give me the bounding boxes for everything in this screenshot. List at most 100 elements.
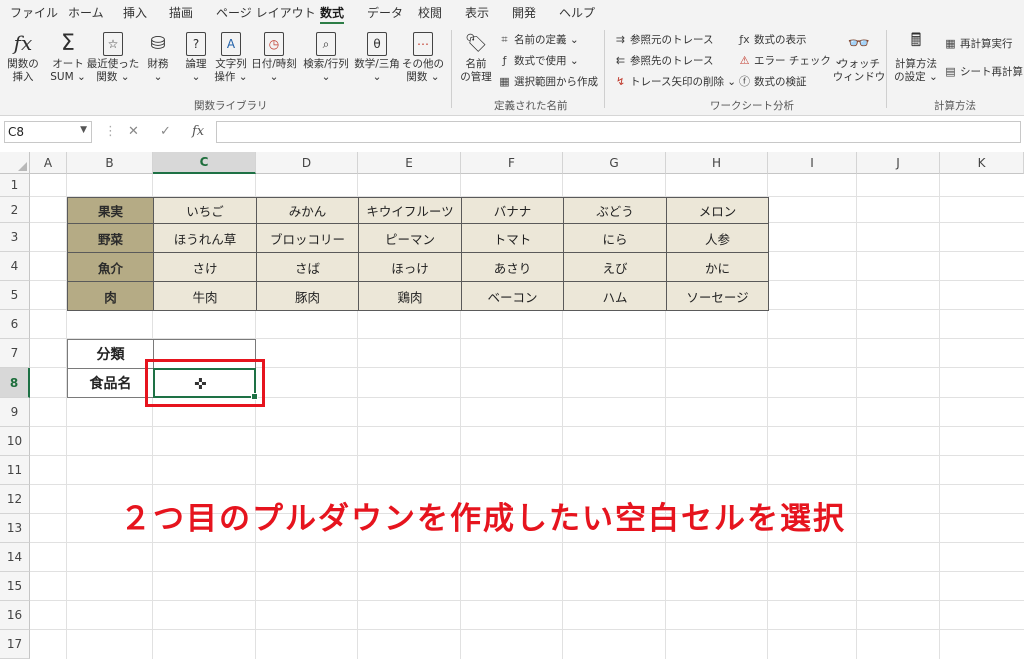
column-header-f[interactable]: F — [461, 152, 563, 174]
tab-data[interactable]: データ — [367, 4, 403, 21]
tab-page-layout[interactable]: ページ レイアウト — [216, 4, 316, 21]
row-header-10[interactable]: 10 — [0, 427, 30, 456]
column-header-k[interactable]: K — [940, 152, 1024, 174]
text-button[interactable]: A 文字列 操作 ⌄ — [214, 30, 248, 84]
define-name-button[interactable]: ⌗ 名前の定義 ⌄ — [498, 32, 578, 47]
food-item-cell[interactable]: あさり — [461, 252, 564, 282]
row-header-17[interactable]: 17 — [0, 630, 30, 659]
food-item-cell[interactable]: えび — [563, 252, 667, 282]
remove-arrows-button[interactable]: ↯ トレース矢印の削除 ⌄ — [614, 74, 736, 89]
recent-functions-button[interactable]: ☆ 最近使った 関数 ⌄ — [87, 30, 139, 84]
category-cell[interactable]: 魚介 — [67, 252, 154, 282]
food-item-cell[interactable]: 豚肉 — [256, 281, 359, 311]
use-in-formula-button[interactable]: ƒ 数式で使用 ⌄ — [498, 53, 579, 68]
food-item-cell[interactable]: かに — [666, 252, 769, 282]
food-item-cell[interactable]: 牛肉 — [153, 281, 257, 311]
food-item-cell[interactable]: にら — [563, 223, 667, 253]
food-item-cell[interactable]: ハム — [563, 281, 667, 311]
food-item-cell[interactable]: いちご — [153, 197, 257, 224]
name-box[interactable]: C8 ▼ — [4, 121, 92, 143]
select-all-corner[interactable] — [0, 152, 30, 174]
autosum-button[interactable]: Σ オート SUM ⌄ — [50, 30, 86, 84]
category-cell[interactable]: 肉 — [67, 281, 154, 311]
row-header-9[interactable]: 9 — [0, 398, 30, 427]
chevron-down-icon[interactable]: ▼ — [80, 125, 87, 135]
name-manager-button[interactable]: 🏷 名前 の管理 — [456, 30, 496, 84]
watch-window-button[interactable]: 👓 ウォッチ ウィンドウ — [833, 30, 886, 84]
tab-insert[interactable]: 挿入 — [123, 4, 147, 21]
insert-function-button[interactable]: fx 関数の 挿入 — [6, 30, 40, 84]
logical-button[interactable]: ? 論理 ⌄ — [180, 30, 212, 84]
row-header-8[interactable]: 8 — [0, 368, 30, 398]
lookup-button[interactable]: ⌕ 検索/行列 ⌄ — [302, 30, 350, 84]
more-functions-button[interactable]: ⋯ その他の 関数 ⌄ — [402, 30, 444, 84]
row-header-2[interactable]: 2 — [0, 197, 30, 223]
row-header-6[interactable]: 6 — [0, 310, 30, 339]
datetime-button[interactable]: ◷ 日付/時刻 ⌄ — [250, 30, 298, 84]
tab-developer[interactable]: 開発 — [512, 4, 536, 21]
row-header-16[interactable]: 16 — [0, 601, 30, 630]
category-cell[interactable]: 果実 — [67, 197, 154, 224]
row-header-4[interactable]: 4 — [0, 252, 30, 281]
tab-help[interactable]: ヘルプ — [559, 4, 595, 21]
error-checking-button[interactable]: ⚠ エラー チェック ⌄ — [738, 53, 843, 68]
cancel-icon[interactable]: ✕ — [128, 124, 139, 139]
food-item-cell[interactable]: キウイフルーツ — [358, 197, 462, 224]
calc-sheet-button[interactable]: ▤ シート再計算 — [944, 64, 1023, 79]
food-item-cell[interactable]: ピーマン — [358, 223, 462, 253]
create-from-selection-button[interactable]: ▦ 選択範囲から作成 — [498, 74, 598, 89]
column-header-b[interactable]: B — [67, 152, 153, 174]
row-header-3[interactable]: 3 — [0, 223, 30, 252]
row-header-14[interactable]: 14 — [0, 543, 30, 572]
column-header-d[interactable]: D — [256, 152, 358, 174]
tab-draw[interactable]: 描画 — [169, 4, 193, 21]
row-header-1[interactable]: 1 — [0, 174, 30, 197]
enter-icon[interactable]: ✓ — [160, 124, 171, 139]
food-item-cell[interactable]: ほっけ — [358, 252, 462, 282]
show-formulas-button[interactable]: ƒx 数式の表示 — [738, 32, 806, 47]
column-header-j[interactable]: J — [857, 152, 940, 174]
evaluate-formula-button[interactable]: ⓕ 数式の検証 — [738, 74, 807, 89]
tab-formulas[interactable]: 数式 — [320, 4, 345, 25]
row-header-15[interactable]: 15 — [0, 572, 30, 601]
food-item-cell[interactable]: 鶏肉 — [358, 281, 462, 311]
category-label-cell[interactable]: 分類 — [67, 339, 154, 369]
food-item-cell[interactable]: さば — [256, 252, 359, 282]
food-item-cell[interactable]: ほうれん草 — [153, 223, 257, 253]
row-header-13[interactable]: 13 — [0, 514, 30, 543]
food-item-cell[interactable]: みかん — [256, 197, 359, 224]
column-header-c[interactable]: C — [153, 152, 256, 174]
column-header-a[interactable]: A — [30, 152, 67, 174]
food-item-cell[interactable]: ベーコン — [461, 281, 564, 311]
math-button[interactable]: θ 数学/三角 ⌄ — [354, 30, 400, 84]
food-item-cell[interactable]: さけ — [153, 252, 257, 282]
food-item-cell[interactable]: バナナ — [461, 197, 564, 224]
insert-function-icon[interactable]: fx — [192, 124, 204, 139]
column-header-i[interactable]: I — [768, 152, 857, 174]
calculation-options-button[interactable]: 🖩 計算方法 の設定 ⌄ — [892, 30, 940, 84]
calc-now-button[interactable]: ▦ 再計算実行 — [944, 36, 1012, 51]
food-item-cell[interactable]: 人参 — [666, 223, 769, 253]
column-header-h[interactable]: H — [666, 152, 768, 174]
food-item-cell[interactable]: メロン — [666, 197, 769, 224]
tab-home[interactable]: ホーム — [68, 4, 104, 21]
food-item-cell[interactable]: ブロッコリー — [256, 223, 359, 253]
row-header-12[interactable]: 12 — [0, 485, 30, 514]
row-header-7[interactable]: 7 — [0, 339, 30, 368]
formula-input[interactable] — [216, 121, 1021, 143]
category-cell[interactable]: 野菜 — [67, 223, 154, 253]
tab-file[interactable]: ファイル — [10, 4, 58, 21]
row-header-5[interactable]: 5 — [0, 281, 30, 310]
financial-button[interactable]: ⛁ 財務 ⌄ — [142, 30, 174, 84]
trace-precedents-button[interactable]: ⇉ 参照元のトレース — [614, 32, 714, 47]
food-item-cell[interactable]: ぶどう — [563, 197, 667, 224]
food-item-cell[interactable]: ソーセージ — [666, 281, 769, 311]
column-header-g[interactable]: G — [563, 152, 666, 174]
trace-dependents-button[interactable]: ⇇ 参照先のトレース — [614, 53, 714, 68]
column-header-e[interactable]: E — [358, 152, 461, 174]
tab-view[interactable]: 表示 — [465, 4, 489, 21]
tab-review[interactable]: 校閲 — [418, 4, 442, 21]
row-header-11[interactable]: 11 — [0, 456, 30, 485]
food-item-cell[interactable]: トマト — [461, 223, 564, 253]
food-label-cell[interactable]: 食品名 — [67, 368, 154, 398]
